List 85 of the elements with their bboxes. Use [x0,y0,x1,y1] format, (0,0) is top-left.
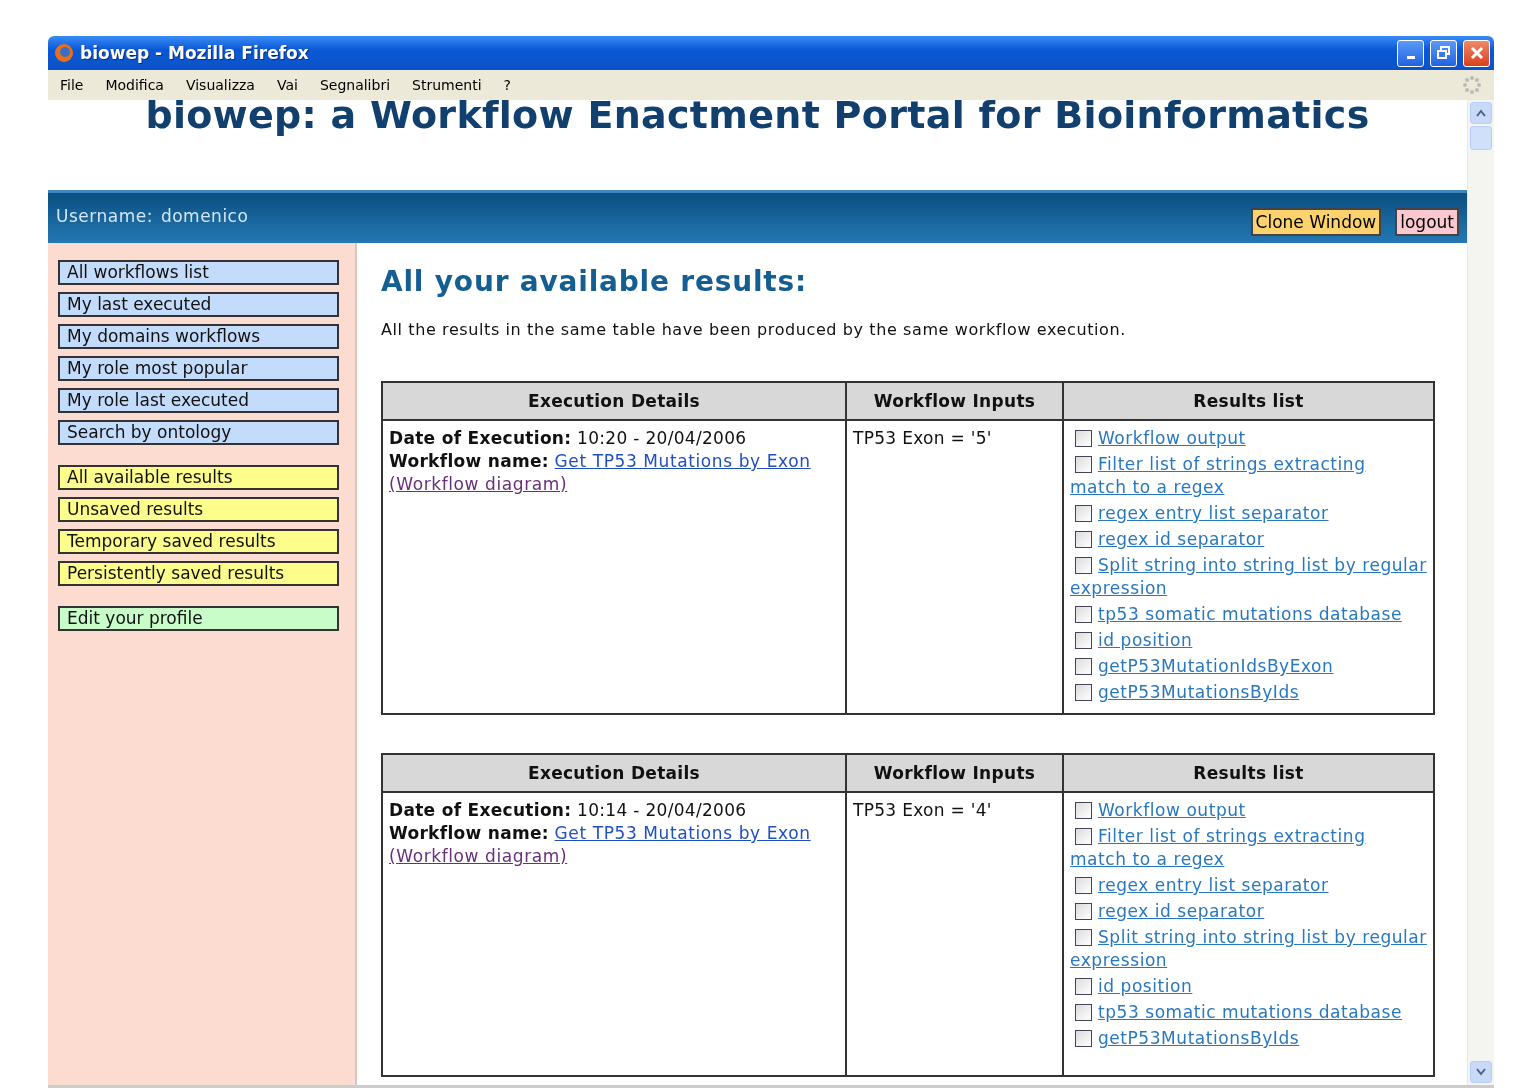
checkbox[interactable] [1075,606,1092,623]
workflow-link[interactable]: Get TP53 Mutations by Exon [554,451,811,471]
scroll-down-button[interactable] [1470,1061,1492,1083]
sidebar-link[interactable]: My role last executed [58,388,339,413]
restore-button[interactable] [1430,39,1457,67]
checkbox[interactable] [1075,877,1092,894]
workflow-link[interactable]: Get TP53 Mutations by Exon [554,823,811,843]
result-link[interactable]: tp53 somatic mutations database [1070,603,1427,626]
workflow-diagram-link[interactable]: (Workflow diagram) [389,474,568,494]
checkbox[interactable] [1075,557,1092,574]
field-label: Workflow name: [389,823,549,843]
sidebar-link[interactable]: My last executed [58,292,339,317]
scroll-up-button[interactable] [1470,102,1492,124]
menu-item[interactable]: Modifica [105,77,164,93]
result-link[interactable]: getP53MutationsByIds [1070,681,1427,704]
caret-down-icon [1476,1068,1486,1076]
column-header: Execution Details [382,754,846,792]
sidebar-link[interactable]: All available results [58,465,339,490]
result-link[interactable]: regex entry list separator [1070,502,1427,525]
column-header: Workflow Inputs [846,754,1063,792]
field-label: Date of Execution: [389,800,572,820]
column-header: Results list [1063,754,1434,792]
checkbox[interactable] [1075,1030,1092,1047]
field-label: Workflow name: [389,451,549,471]
menu-item[interactable]: Strumenti [412,77,482,93]
logout-button[interactable]: logout [1395,208,1459,236]
result-link[interactable]: regex entry list separator [1070,874,1427,897]
checkbox[interactable] [1075,828,1092,845]
result-link[interactable]: tp53 somatic mutations database [1070,1001,1427,1024]
result-link[interactable]: id position [1070,975,1427,998]
result-link[interactable]: Workflow output [1070,427,1427,450]
sidebar-link[interactable]: Persistently saved results [58,561,339,586]
checkbox[interactable] [1075,658,1092,675]
column-header: Execution Details [382,382,846,420]
window-title: biowep - Mozilla Firefox [80,43,310,63]
username-label: Username: [56,206,153,226]
result-link[interactable]: getP53MutationIdsByExon [1070,655,1427,678]
column-header: Workflow Inputs [846,382,1063,420]
sidebar-link[interactable]: My domains workflows [58,324,339,349]
input-value-text: TP53 Exon = '5' [853,428,992,448]
input-value-text: TP53 Exon = '4' [853,800,992,820]
throbber-icon [1462,75,1482,95]
checkbox[interactable] [1075,456,1092,473]
clone-window-button[interactable]: Clone Window [1250,208,1382,236]
checkbox[interactable] [1075,1004,1092,1021]
close-icon [1469,46,1484,60]
checkbox[interactable] [1075,684,1092,701]
result-link[interactable]: regex id separator [1070,528,1427,551]
menu-item[interactable]: Segnalibri [319,77,391,93]
checkbox[interactable] [1075,430,1092,447]
field-label: Date of Execution: [389,428,572,448]
checkbox[interactable] [1075,505,1092,522]
section-heading: All your available results: [381,265,808,298]
execution-date: 10:20 - 20/04/2006 [577,428,747,448]
menu-item[interactable]: File [60,77,84,93]
menu-item[interactable]: Visualizza [185,77,255,93]
checkbox[interactable] [1075,978,1092,995]
execution-date: 10:14 - 20/04/2006 [577,800,747,820]
sidebar-link[interactable]: Temporary saved results [58,529,339,554]
result-link[interactable]: Workflow output [1070,799,1427,822]
restore-icon [1436,46,1451,60]
username: domenico [160,206,249,226]
checkbox[interactable] [1075,929,1092,946]
checkbox[interactable] [1075,531,1092,548]
checkbox[interactable] [1075,802,1092,819]
sidebar-link[interactable]: My role most popular [58,356,339,381]
intro-text: All the results in the same table have been produced by the same workflow execution. [381,320,1127,339]
sidebar-link[interactable]: Search by ontology [58,420,339,445]
caret-up-icon [1476,109,1486,117]
sidebar-link[interactable]: Edit your profile [58,606,339,631]
sidebar-link[interactable]: All workflows list [58,260,339,285]
workflow-diagram-link[interactable]: (Workflow diagram) [389,846,568,866]
column-header: Results list [1063,382,1434,420]
checkbox[interactable] [1075,632,1092,649]
menu-item[interactable]: Vai [276,77,298,93]
menu-item[interactable]: ? [503,77,511,93]
scrollbar-thumb[interactable] [1470,126,1492,150]
result-link[interactable]: regex id separator [1070,900,1427,923]
minimize-icon [1406,55,1415,59]
checkbox[interactable] [1075,903,1092,920]
result-link[interactable]: id position [1070,629,1427,652]
sidebar-link[interactable]: Unsaved results [58,497,339,522]
result-link[interactable]: getP53MutationsByIds [1070,1027,1427,1050]
minimize-button[interactable] [1397,39,1424,67]
close-button[interactable] [1463,39,1490,67]
